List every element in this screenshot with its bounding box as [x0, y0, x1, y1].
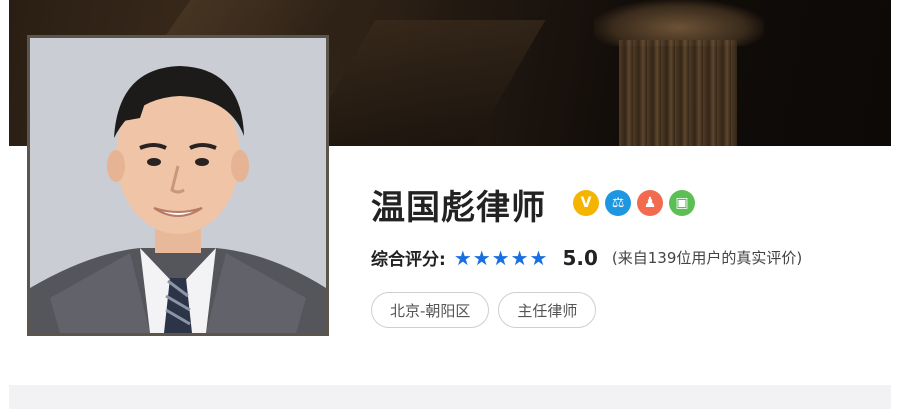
- scales-icon[interactable]: ⚖: [605, 190, 631, 216]
- section-divider: [9, 385, 891, 409]
- person-icon[interactable]: ♟: [637, 190, 663, 216]
- avatar: [27, 35, 329, 336]
- certificate-icon[interactable]: ▣: [669, 190, 695, 216]
- review-count: (来自139位用户的真实评价): [611, 249, 803, 267]
- badge-glyph: ♟: [643, 195, 657, 211]
- rating-label: 综合评分:: [371, 250, 446, 270]
- portrait-illustration: [30, 38, 326, 333]
- verified-v-icon[interactable]: V: [573, 190, 599, 216]
- badge-glyph: ⚖: [611, 195, 625, 211]
- tag-title[interactable]: 主任律师: [498, 292, 597, 328]
- lawyer-photo: [30, 38, 326, 333]
- badge-glyph: V: [580, 195, 592, 211]
- badge-row: V ⚖ ♟ ▣: [573, 190, 695, 216]
- rating-row: 综合评分: ★★★★★ 5.0 (来自139位用户的真实评价): [371, 245, 803, 271]
- lawyer-name: 温国彪律师: [371, 188, 546, 228]
- rating-score: 5.0: [562, 245, 598, 270]
- banner-column: [619, 40, 737, 146]
- badge-glyph: ▣: [675, 195, 689, 211]
- tag-location[interactable]: 北京-朝阳区: [371, 292, 490, 328]
- star-rating-icon: ★★★★★: [453, 245, 549, 270]
- tag-list: 北京-朝阳区 主任律师: [371, 292, 597, 328]
